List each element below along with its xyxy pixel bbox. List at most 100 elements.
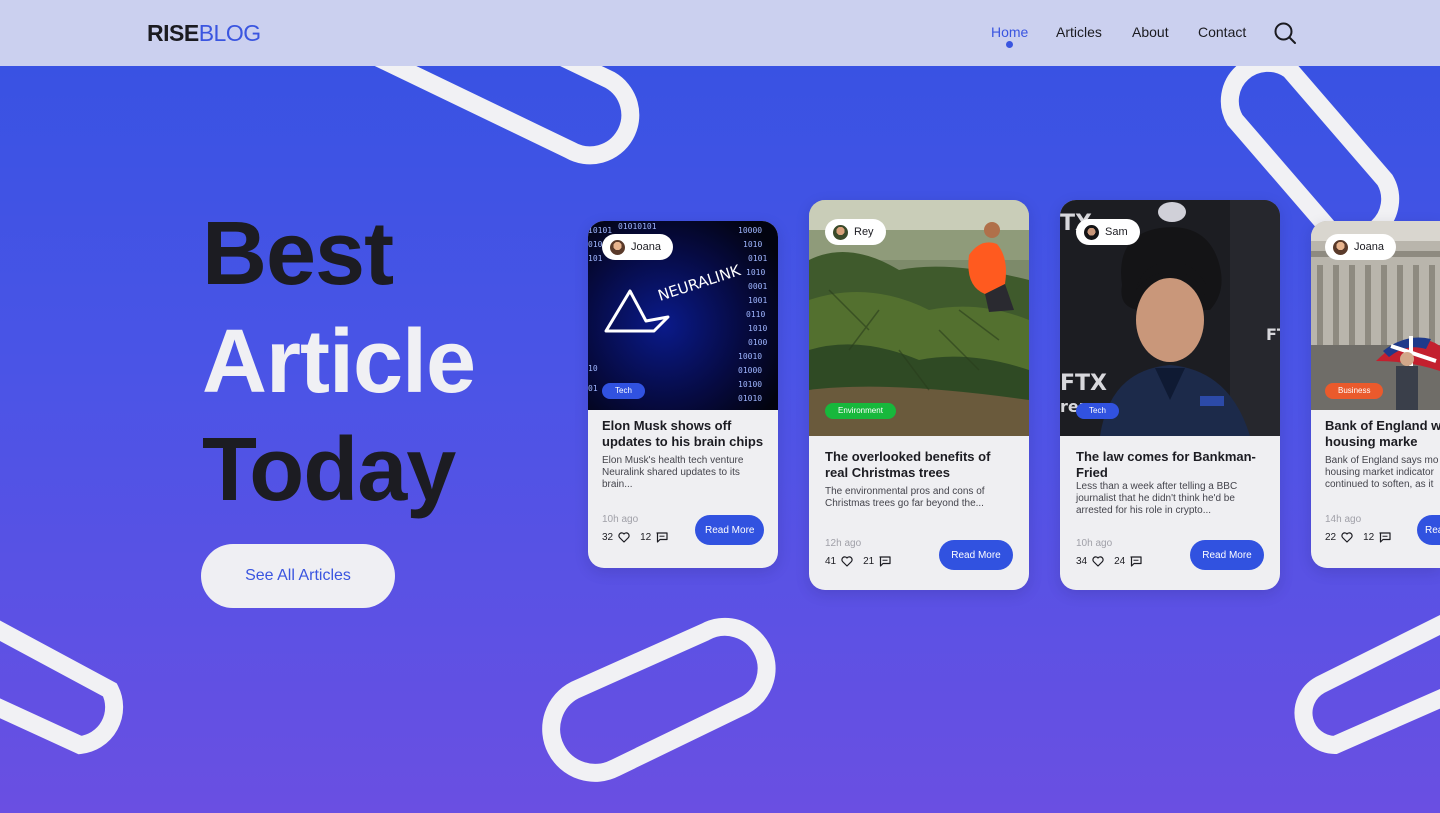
avatar: [1084, 224, 1099, 240]
top-navbar: RISEBLOG Home Articles About Contact: [0, 0, 1440, 66]
article-time: 10h ago: [602, 514, 639, 525]
see-all-articles-button[interactable]: See All Articles: [201, 544, 395, 608]
comment-icon: [1379, 532, 1391, 543]
article-stats: 34 24: [1076, 556, 1152, 567]
article-time: 12h ago: [825, 538, 862, 549]
category-tag[interactable]: Tech: [1076, 403, 1119, 419]
article-card[interactable]: Joana Business Bank of England w UK hous…: [1311, 221, 1440, 568]
card-body: The law comes for Bankman-Fried Less tha…: [1076, 449, 1264, 517]
comment-icon: [1130, 556, 1142, 567]
comment-count: 21: [863, 556, 875, 567]
comment-count: 12: [1363, 532, 1375, 543]
brand-logo-part1: RISE: [147, 20, 199, 46]
article-excerpt: The environmental pros and cons of Chris…: [825, 486, 985, 509]
author-chip[interactable]: Rey: [825, 219, 886, 245]
like-stat[interactable]: 34: [1076, 556, 1104, 567]
svg-text:0100: 0100: [748, 338, 767, 347]
read-more-button[interactable]: Rea: [1417, 515, 1440, 545]
brand-logo-part2: BLOG: [198, 20, 261, 46]
article-title[interactable]: The law comes for Bankman-Fried: [1076, 449, 1264, 481]
svg-text:01: 01: [588, 384, 598, 393]
article-stats: 41 21: [825, 556, 901, 567]
category-tag[interactable]: Tech: [602, 383, 645, 399]
svg-text:01010101: 01010101: [618, 222, 657, 231]
avatar: [833, 224, 848, 240]
article-title[interactable]: The overlooked benefits of real Christma…: [825, 449, 1013, 481]
article-card[interactable]: 10000 1010 0101 1010 0001 1001 0110 1010 0100 …: [588, 221, 778, 568]
article-title[interactable]: Bank of England w UK housing marke: [1325, 418, 1440, 450]
author-chip[interactable]: Sam: [1076, 219, 1140, 245]
comment-stat[interactable]: 24: [1114, 556, 1142, 567]
brand-logo[interactable]: RISEBLOG: [147, 20, 261, 47]
like-count: 34: [1076, 556, 1088, 567]
like-count: 32: [602, 532, 614, 543]
article-excerpt: Elon Musk's health tech venture Neuralin…: [602, 455, 744, 490]
card-body: Elon Musk shows off updates to his brain…: [602, 418, 764, 491]
article-time: 10h ago: [1076, 538, 1113, 549]
hero-title-line2: Article: [202, 312, 476, 412]
hero-title-line3: Today: [202, 420, 456, 520]
hero-title: Best Article Today: [202, 200, 476, 524]
article-card[interactable]: Rey Environment The overlooked benefits …: [809, 200, 1029, 590]
nav-about[interactable]: About: [1132, 24, 1169, 40]
article-stats: 22 12: [1325, 532, 1401, 543]
comment-icon: [656, 532, 668, 543]
svg-text:01010: 01010: [738, 394, 762, 403]
like-count: 22: [1325, 532, 1337, 543]
search-icon[interactable]: [1272, 20, 1298, 46]
like-stat[interactable]: 22: [1325, 532, 1353, 543]
nav-active-indicator: [1006, 41, 1013, 48]
comment-count: 24: [1114, 556, 1126, 567]
author-name: Rey: [854, 226, 874, 238]
heart-icon: [841, 556, 853, 567]
like-stat[interactable]: 32: [602, 532, 630, 543]
avatar: [610, 239, 625, 255]
like-stat[interactable]: 41: [825, 556, 853, 567]
svg-text:10: 10: [588, 364, 598, 373]
heart-icon: [1341, 532, 1353, 543]
category-tag[interactable]: Business: [1325, 383, 1384, 399]
svg-text:0101: 0101: [748, 254, 767, 263]
read-more-button[interactable]: Read More: [1190, 540, 1264, 570]
nav-articles[interactable]: Articles: [1056, 24, 1102, 40]
svg-text:1010: 1010: [748, 324, 767, 333]
svg-text:101: 101: [588, 254, 603, 263]
heart-icon: [1092, 556, 1104, 567]
svg-text:FT: FT: [1266, 325, 1280, 344]
card-body: The overlooked benefits of real Christma…: [825, 449, 1013, 510]
hero-title-line1: Best: [202, 204, 394, 304]
article-excerpt: Bank of England says mo housing market i…: [1325, 455, 1439, 490]
svg-text:10100: 10100: [738, 380, 762, 389]
like-count: 41: [825, 556, 837, 567]
nav-home[interactable]: Home: [991, 24, 1028, 40]
comment-stat[interactable]: 21: [863, 556, 891, 567]
article-excerpt: Less than a week after telling a BBC jou…: [1076, 481, 1238, 516]
svg-text:1010: 1010: [743, 240, 762, 249]
avatar: [1333, 239, 1348, 255]
comment-count: 12: [640, 532, 652, 543]
read-more-button[interactable]: Read More: [695, 515, 764, 545]
author-name: Joana: [631, 241, 661, 253]
svg-text:FTX: FTX: [1060, 371, 1107, 396]
article-card[interactable]: TX FTX rena FT Sam Tech The law comes fo…: [1060, 200, 1280, 590]
article-time: 14h ago: [1325, 514, 1362, 525]
heart-icon: [618, 532, 630, 543]
nav-contact[interactable]: Contact: [1198, 24, 1246, 40]
author-name: Sam: [1105, 226, 1128, 238]
article-title[interactable]: Elon Musk shows off updates to his brain…: [602, 418, 764, 450]
author-chip[interactable]: Joana: [1325, 234, 1396, 260]
svg-text:01000: 01000: [738, 366, 762, 375]
category-tag[interactable]: Environment: [825, 403, 896, 419]
svg-text:10101: 10101: [588, 226, 612, 235]
comment-icon: [879, 556, 891, 567]
comment-stat[interactable]: 12: [1363, 532, 1391, 543]
svg-text:1001: 1001: [748, 296, 767, 305]
comment-stat[interactable]: 12: [640, 532, 668, 543]
author-chip[interactable]: Joana: [602, 234, 673, 260]
card-body: Bank of England w UK housing marke Bank …: [1325, 418, 1440, 491]
read-more-button[interactable]: Read More: [939, 540, 1013, 570]
svg-text:10000: 10000: [738, 226, 762, 235]
article-stats: 32 12: [602, 532, 678, 543]
author-name: Joana: [1354, 241, 1384, 253]
svg-text:0110: 0110: [746, 310, 765, 319]
